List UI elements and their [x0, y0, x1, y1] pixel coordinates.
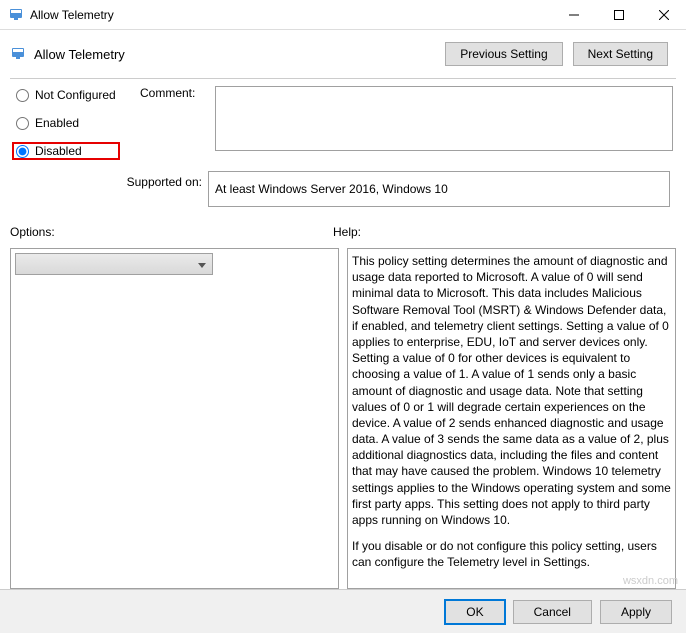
comment-row: Comment:: [140, 86, 673, 151]
radio-enabled[interactable]: Enabled: [12, 114, 120, 132]
chevron-down-icon: [198, 257, 206, 271]
panel-labels: Options: Help:: [10, 225, 676, 239]
cancel-button[interactable]: Cancel: [513, 600, 592, 624]
window-controls: [551, 0, 686, 30]
comment-input[interactable]: [215, 86, 673, 151]
maximize-button[interactable]: [596, 0, 641, 30]
panels: This policy setting determines the amoun…: [10, 248, 676, 589]
supported-value: At least Windows Server 2016, Windows 10: [215, 182, 448, 196]
help-text-1: This policy setting determines the amoun…: [352, 253, 671, 528]
policy-icon: [10, 46, 26, 62]
radio-enabled-input[interactable]: [16, 117, 29, 130]
options-panel: [10, 248, 339, 589]
radio-disabled[interactable]: Disabled: [12, 142, 120, 160]
help-panel: This policy setting determines the amoun…: [347, 248, 676, 589]
window-titlebar: Allow Telemetry: [0, 0, 686, 30]
divider: [10, 78, 676, 79]
comment-label: Comment:: [140, 86, 215, 151]
previous-setting-button[interactable]: Previous Setting: [445, 42, 562, 66]
options-combo[interactable]: [15, 253, 213, 275]
supported-label: Supported on:: [120, 171, 208, 189]
policy-icon: [8, 7, 24, 23]
radio-disabled-input[interactable]: [16, 145, 29, 158]
radio-not-configured-input[interactable]: [16, 89, 29, 102]
window-title: Allow Telemetry: [30, 8, 551, 22]
minimize-button[interactable]: [551, 0, 596, 30]
footer: OK Cancel Apply: [0, 589, 686, 633]
header: Allow Telemetry Previous Setting Next Se…: [0, 30, 686, 78]
radio-label: Disabled: [35, 144, 82, 158]
radio-label: Not Configured: [35, 88, 116, 102]
close-button[interactable]: [641, 0, 686, 30]
options-label: Options:: [10, 225, 333, 239]
radio-not-configured[interactable]: Not Configured: [12, 86, 120, 104]
radio-label: Enabled: [35, 116, 79, 130]
state-radio-group: Not Configured Enabled Disabled: [12, 86, 120, 160]
ok-button[interactable]: OK: [445, 600, 504, 624]
help-text-2: If you disable or do not configure this …: [352, 538, 671, 570]
supported-row: Supported on: At least Windows Server 20…: [120, 171, 670, 207]
page-title: Allow Telemetry: [34, 47, 445, 62]
apply-button[interactable]: Apply: [600, 600, 672, 624]
help-label: Help:: [333, 225, 361, 239]
supported-value-box: At least Windows Server 2016, Windows 10: [208, 171, 670, 207]
next-setting-button[interactable]: Next Setting: [573, 42, 668, 66]
